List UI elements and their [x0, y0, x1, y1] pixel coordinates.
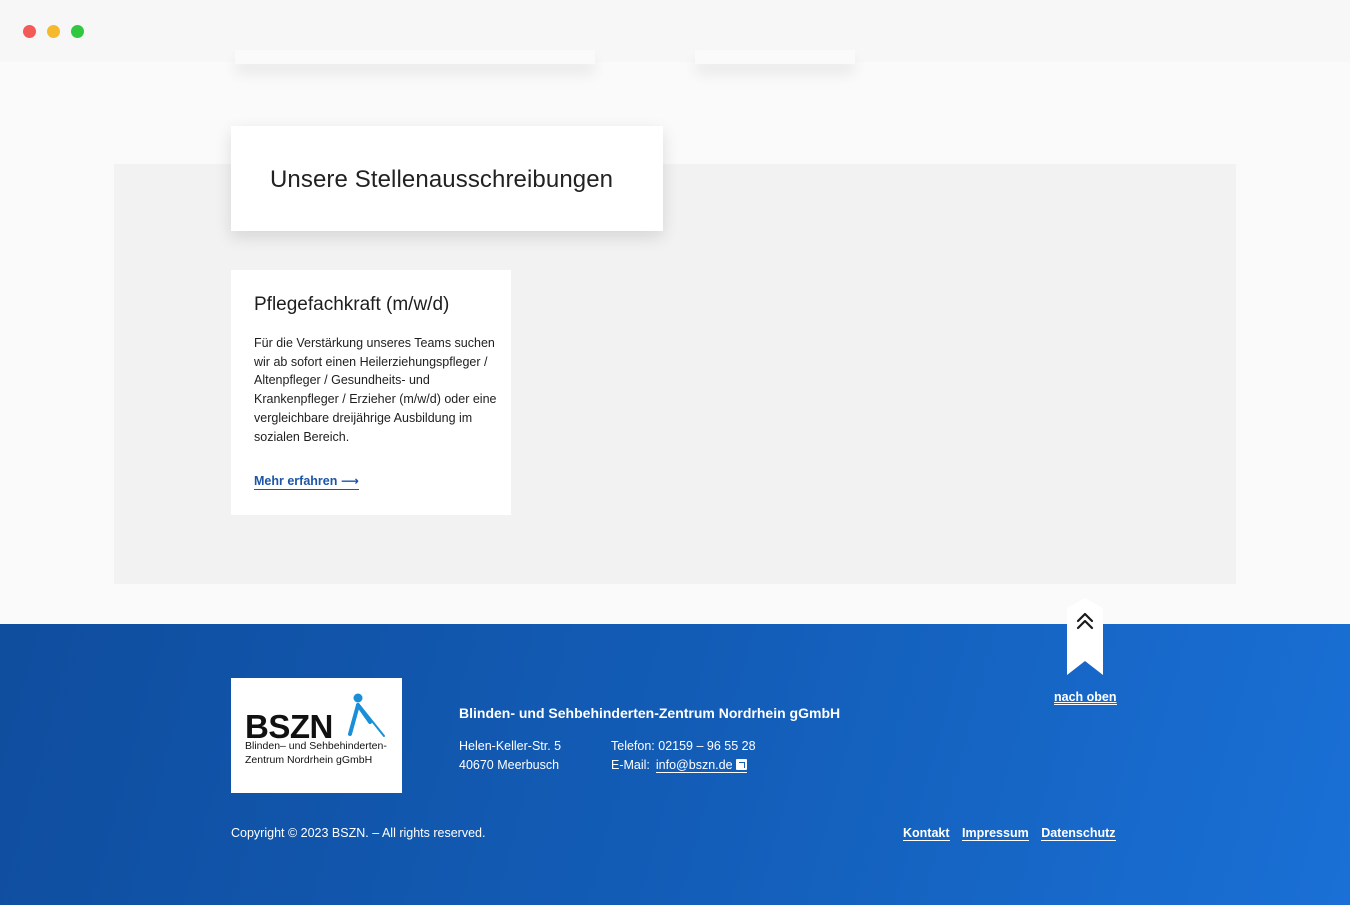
bszn-logo[interactable]: BSZN Blinden– und Sehbehinderten-Zentrum… [231, 678, 402, 793]
window-maximize-button[interactable] [71, 25, 84, 38]
window-minimize-button[interactable] [47, 25, 60, 38]
job-description: Für die Verstärkung unseres Teams suchen… [254, 336, 497, 444]
previous-card-shadow [235, 50, 595, 64]
window-titlebar [0, 0, 1350, 62]
external-link-icon [735, 759, 747, 770]
window-close-button[interactable] [23, 25, 36, 38]
footer-link-datenschutz[interactable]: Datenschutz [1041, 826, 1116, 841]
copyright-text: Copyright © 2023 BSZN. – All rights rese… [231, 826, 486, 840]
job-card: Pflegefachkraft (m/w/d) Für die Verstärk… [231, 270, 511, 515]
address: Helen-Keller-Str. 5 40670 Meerbusch [459, 737, 561, 775]
email-address: info@bszn.de [655, 758, 733, 772]
organization-name: Blinden- und Sehbehinderten-Zentrum Nord… [459, 705, 841, 721]
jobs-heading: Unsere Stellenausschreibungen [270, 166, 614, 193]
email-row: E-Mail: info@bszn.de [611, 756, 756, 775]
previous-card-shadow-2 [695, 50, 855, 64]
legal-links: Kontakt Impressum Datenschutz [903, 826, 1125, 841]
email-label: E-Mail: [611, 758, 650, 772]
job-title: Pflegefachkraft (m/w/d) [254, 294, 450, 315]
more-info-link[interactable]: Mehr erfahren ⟶ [254, 473, 359, 490]
phone-number: Telefon: 02159 – 96 55 28 [611, 739, 756, 753]
address-city: 40670 Meerbusch [459, 758, 560, 772]
footer-link-impressum[interactable]: Impressum [962, 826, 1029, 841]
footer-link-kontakt[interactable]: Kontakt [903, 826, 950, 841]
site-footer: BSZN Blinden– und Sehbehinderten-Zentrum… [0, 624, 1350, 905]
logo-subtitle: Blinden– und Sehbehinderten-Zentrum Nord… [245, 740, 387, 766]
back-to-top-button[interactable] [1066, 598, 1104, 676]
email-link[interactable]: info@bszn.de [655, 758, 747, 773]
address-street: Helen-Keller-Str. 5 [459, 739, 562, 753]
walking-person-icon [348, 693, 385, 737]
contact-info: Telefon: 02159 – 96 55 28 E-Mail: info@bs… [611, 737, 756, 775]
jobs-heading-card: Unsere Stellenausschreibungen [231, 126, 663, 231]
back-to-top-link[interactable]: nach oben [1054, 690, 1117, 705]
